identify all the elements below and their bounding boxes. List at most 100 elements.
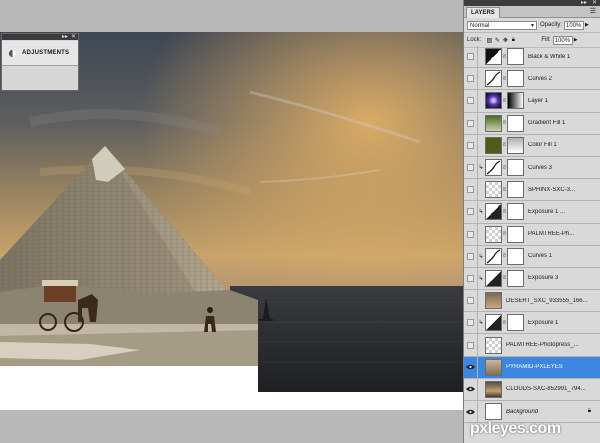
layer-row[interactable]: ↳ 8 Exposure 1	[464, 312, 600, 335]
lock-move-icon[interactable]: ✥	[501, 37, 509, 44]
visibility-toggle[interactable]	[464, 378, 478, 400]
layer-mask-thumbnail[interactable]	[507, 70, 524, 88]
layer-thumbnail[interactable]	[485, 70, 502, 88]
lock-icon: 🔒︎	[587, 408, 591, 415]
layer-row[interactable]: CLOUDS-SXC-852991_794...	[464, 378, 600, 401]
visibility-toggle[interactable]	[464, 112, 478, 134]
layer-mask-thumbnail[interactable]	[507, 136, 524, 154]
layer-thumbnail[interactable]	[485, 136, 502, 154]
layer-mask-thumbnail[interactable]	[507, 247, 524, 265]
layer-row[interactable]: DESERT_SXC_933555_166...	[464, 290, 600, 313]
layer-thumbnail[interactable]	[485, 92, 502, 110]
layer-thumbnail[interactable]	[485, 247, 502, 265]
layer-thumbnail[interactable]	[485, 159, 502, 177]
visibility-toggle[interactable]	[464, 312, 478, 334]
visibility-toggle[interactable]	[464, 290, 478, 312]
visibility-toggle[interactable]	[464, 201, 478, 223]
layer-row[interactable]: PYRAMID-PXLEYES	[464, 356, 600, 379]
layer-thumbnail[interactable]	[485, 203, 502, 221]
layer-name[interactable]: Curves 2	[528, 76, 552, 82]
close-icon[interactable]: ✕	[71, 33, 76, 40]
curves-icon	[486, 160, 501, 175]
visibility-toggle[interactable]	[464, 267, 478, 290]
layers-panel[interactable]: ▸▸ ✕ LAYERS ☰ Normal ▼ Opacity: 100% ▶ L…	[463, 0, 600, 443]
layer-row[interactable]: 8 Black & White 1	[464, 46, 600, 69]
layer-name[interactable]: SPHINX-SXC-3...	[528, 187, 575, 193]
layer-row[interactable]: ↳ 8 Curves 3	[464, 156, 600, 180]
lock-all-icon[interactable]: 🔒︎	[509, 37, 517, 44]
opacity-arrow-icon[interactable]: ▶	[585, 22, 589, 28]
adjustments-tab[interactable]: ADJUSTMENTS	[2, 41, 78, 66]
visibility-toggle[interactable]	[464, 223, 478, 245]
layer-name[interactable]: Background	[506, 409, 538, 415]
visibility-toggle[interactable]	[464, 68, 478, 90]
visibility-toggle[interactable]	[464, 90, 478, 112]
layer-thumbnail[interactable]	[485, 314, 502, 332]
layer-row[interactable]: PALMTREE-Photopress_...	[464, 334, 600, 357]
fill-input[interactable]: 100%	[552, 35, 573, 45]
layer-name[interactable]: Exposure 3	[528, 275, 558, 281]
blend-mode-select[interactable]: Normal ▼	[467, 20, 537, 30]
layer-row[interactable]: ↳ 8 Exposure 3	[464, 267, 600, 291]
layer-row[interactable]: 8 PALMTREE-Ph...	[464, 223, 600, 246]
layer-row[interactable]: 8 Curves 2	[464, 68, 600, 91]
tab-layers[interactable]: LAYERS	[466, 7, 500, 18]
layer-thumbnail[interactable]	[485, 269, 502, 287]
layer-name[interactable]: Curves 1	[528, 253, 552, 259]
panel-menu-icon[interactable]: ☰	[590, 7, 596, 15]
layer-row[interactable]: 8 Gradient Fill 1	[464, 112, 600, 135]
layer-mask-thumbnail[interactable]	[507, 92, 524, 110]
layer-row[interactable]: 8 Color Fill 1	[464, 134, 600, 157]
layer-thumbnail[interactable]	[485, 181, 502, 199]
adjustments-titlebar[interactable]: ▸▸ ✕	[2, 34, 78, 40]
visibility-toggle[interactable]	[464, 334, 478, 356]
layer-name[interactable]: PYRAMID-PXLEYES	[506, 364, 563, 370]
layer-mask-thumbnail[interactable]	[507, 314, 524, 332]
layer-row[interactable]: ↳ 8 Curves 1	[464, 245, 600, 268]
layer-row[interactable]: 8 SPHINX-SXC-3...	[464, 179, 600, 202]
layer-name[interactable]: Color Fill 1	[528, 142, 557, 148]
layer-name[interactable]: Layer 1	[528, 98, 548, 104]
visibility-toggle[interactable]	[464, 245, 478, 267]
collapse-icon[interactable]: ▸▸	[62, 33, 68, 40]
layer-mask-thumbnail[interactable]	[507, 269, 524, 287]
layer-thumbnail[interactable]	[485, 403, 502, 421]
layer-mask-thumbnail[interactable]	[507, 159, 524, 177]
layer-name[interactable]: Exposure 1	[528, 320, 558, 326]
fill-arrow-icon[interactable]: ▶	[574, 37, 578, 43]
layer-row[interactable]: ↳ 8 Exposure 1 ...	[464, 201, 600, 224]
layer-thumbnail[interactable]	[485, 292, 502, 310]
visibility-toggle[interactable]	[464, 401, 478, 423]
adjustments-panel[interactable]: ▸▸ ✕ ADJUSTMENTS	[1, 33, 79, 91]
opacity-input[interactable]: 100%	[564, 20, 585, 30]
eye-icon	[466, 387, 475, 392]
layer-mask-thumbnail[interactable]	[507, 181, 524, 199]
layer-name[interactable]: PALMTREE-Photopress_...	[506, 342, 579, 348]
layer-name[interactable]: Exposure 1 ...	[528, 209, 565, 215]
layer-mask-thumbnail[interactable]	[507, 114, 524, 132]
layer-mask-thumbnail[interactable]	[507, 225, 524, 243]
visibility-toggle[interactable]	[464, 46, 478, 68]
hidden-box-icon	[467, 141, 474, 149]
lock-transparent-icon[interactable]: ▨	[485, 37, 493, 44]
layer-thumbnail[interactable]	[485, 114, 502, 132]
layer-thumbnail[interactable]	[485, 380, 502, 398]
layer-name[interactable]: DESERT_SXC_933555_166...	[506, 298, 588, 304]
layer-name[interactable]: Black & White 1	[528, 54, 570, 60]
layer-name[interactable]: PALMTREE-Ph...	[528, 231, 574, 237]
layer-name[interactable]: Gradient Fill 1	[528, 120, 565, 126]
visibility-toggle[interactable]	[464, 356, 478, 378]
layer-thumbnail[interactable]	[485, 358, 502, 376]
layer-mask-thumbnail[interactable]	[507, 203, 524, 221]
layer-name[interactable]: CLOUDS-SXC-852991_794...	[506, 386, 586, 392]
layer-name[interactable]: Curves 3	[528, 165, 552, 171]
layer-mask-thumbnail[interactable]	[507, 48, 524, 66]
layer-thumbnail[interactable]	[485, 225, 502, 243]
layer-thumbnail[interactable]	[485, 336, 502, 354]
layer-row[interactable]: 8 Layer 1	[464, 90, 600, 113]
layer-thumbnail[interactable]	[485, 48, 502, 66]
visibility-toggle[interactable]	[464, 156, 478, 179]
visibility-toggle[interactable]	[464, 134, 478, 156]
visibility-toggle[interactable]	[464, 179, 478, 201]
lock-paint-icon[interactable]: ✎	[493, 37, 501, 44]
